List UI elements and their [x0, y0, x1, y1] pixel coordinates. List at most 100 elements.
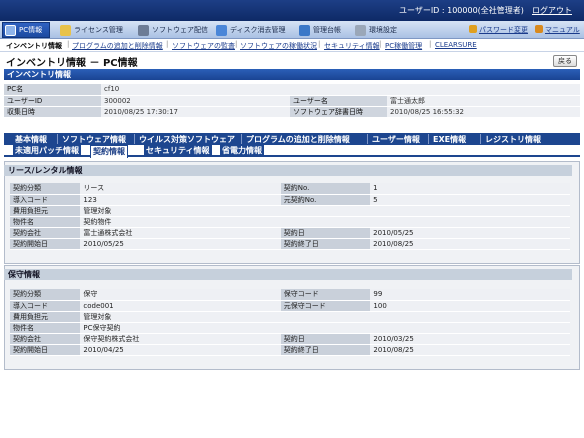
- user-id-label: ユーザーID: [4, 95, 101, 107]
- cell-value: code001: [80, 300, 281, 312]
- back-button[interactable]: 戻る: [553, 55, 577, 67]
- nav-tab-settings[interactable]: 環境設定: [353, 22, 401, 38]
- cell-label: 物件名: [10, 216, 81, 228]
- nav-tab-pc-info[interactable]: PC情報: [2, 22, 50, 38]
- cell-value: 2010/05/25: [80, 238, 281, 250]
- lease-table: 契約分類 リース 契約No. 1 導入コード 123 元契約No. 5 費用負担…: [10, 183, 570, 250]
- subnav-audit[interactable]: ソフトウェアの監査: [172, 41, 235, 51]
- tab-separator: [480, 134, 481, 144]
- detail-tabs-row2: 未適用パッチ情報 契約情報 セキュリティ情報 省電力情報: [4, 145, 580, 158]
- cell-label: 契約分類: [10, 183, 81, 195]
- table-row: 契約会社 富士通株式会社 契約日 2010/05/25: [10, 227, 570, 239]
- table-row: 収集日時 2010/08/25 17:30:17 ソフトウェア辞書日時 2010…: [4, 106, 580, 118]
- cell-label: 導入コード: [10, 194, 81, 206]
- table-row: 導入コード 123 元契約No. 5: [10, 194, 570, 206]
- tab-security-info[interactable]: セキュリティ情報: [144, 145, 212, 157]
- pc-icon: [5, 24, 16, 36]
- tab-power-saving[interactable]: 省電力情報: [220, 145, 264, 157]
- inventory-section-header: インベントリ情報: [4, 69, 580, 80]
- subnav-separator: |: [429, 40, 432, 48]
- cell-label: 契約終了日: [280, 344, 371, 356]
- table-row: 契約分類 保守 保守コード 99: [10, 289, 570, 301]
- tab-contract-info[interactable]: 契約情報: [90, 145, 128, 158]
- cell-label: 元保守コード: [280, 300, 371, 312]
- book-icon: [535, 25, 543, 33]
- cell-label: 契約日: [280, 333, 371, 345]
- main-nav: PC情報 ライセンス管理 ソフトウェア配信 ディスク消去管理 管理台帳 環境設定…: [0, 21, 584, 39]
- subnav-pc-operation[interactable]: PC稼働管理: [385, 41, 422, 51]
- cell-label: 費用負担元: [10, 311, 81, 323]
- tab-basic-info[interactable]: 基本情報: [13, 134, 49, 145]
- nav-tab-software-distribution[interactable]: ソフトウェア配信: [136, 22, 212, 38]
- detail-tabs-row1: 基本情報 ソフトウェア情報 ウイルス対策ソフトウェア プログラムの追加と削除情報…: [4, 133, 580, 145]
- cell-value: PC保守契約: [80, 322, 281, 334]
- logout-link[interactable]: ログアウト: [532, 6, 572, 15]
- pc-name-value: cf10: [101, 84, 580, 96]
- nav-tab-label: ソフトウェア配信: [152, 26, 208, 34]
- cell-value: 2010/08/25: [370, 344, 570, 356]
- password-change-link[interactable]: パスワード変更: [469, 25, 528, 35]
- subnav-separator: |: [379, 40, 382, 48]
- manual-label: マニュアル: [545, 26, 580, 34]
- tab-software-info[interactable]: ソフトウェア情報: [60, 134, 128, 145]
- table-row: 導入コード code001 元保守コード 100: [10, 300, 570, 312]
- cell-value: 管理対象: [80, 205, 281, 217]
- table-row: ユーザーID 300002 ユーザー名 富士通太郎: [4, 95, 580, 107]
- subnav-operation[interactable]: ソフトウェアの稼働状況: [240, 41, 317, 51]
- ledger-icon: [299, 24, 310, 36]
- manual-link[interactable]: マニュアル: [535, 25, 580, 35]
- table-row: 物件名 契約物件: [10, 216, 570, 228]
- cell-label: 契約日: [280, 227, 371, 239]
- collect-date-label: 収集日時: [4, 106, 101, 118]
- tab-separator: [241, 134, 242, 144]
- cell-label: 契約開始日: [10, 238, 81, 250]
- subnav-separator: |: [235, 40, 238, 48]
- tab-exe-info[interactable]: EXE情報: [431, 134, 468, 145]
- user-id-value: 300002: [101, 95, 290, 107]
- subnav-separator: |: [67, 40, 70, 48]
- cell-value: リース: [80, 183, 281, 195]
- nav-tab-label: ライセンス管理: [74, 26, 123, 34]
- distribution-icon: [138, 24, 149, 36]
- maintenance-panel-title: 保守情報: [4, 269, 572, 280]
- subnav-security[interactable]: セキュリティ情報: [324, 41, 380, 51]
- subnav-inventory[interactable]: インベントリ情報: [6, 41, 62, 51]
- nav-tab-ledger[interactable]: 管理台帳: [297, 22, 345, 38]
- user-name-value: 富士通太郎: [387, 95, 580, 107]
- tab-unapplied-patch[interactable]: 未適用パッチ情報: [13, 145, 81, 157]
- nav-tab-license[interactable]: ライセンス管理: [58, 22, 127, 38]
- cell-label: 契約会社: [10, 227, 81, 239]
- password-change-label: パスワード変更: [479, 26, 528, 34]
- subnav-separator: |: [318, 40, 321, 48]
- license-icon: [60, 24, 71, 36]
- cell-value: 富士通株式会社: [80, 227, 281, 239]
- tab-add-remove[interactable]: プログラムの追加と削除情報: [244, 134, 352, 145]
- page-title: インベントリ情報 － PC情報: [6, 58, 138, 69]
- cell-value: 1: [370, 183, 570, 195]
- nav-tab-disk-erase[interactable]: ディスク消去管理: [214, 22, 290, 38]
- cell-value: 5: [370, 194, 570, 206]
- tab-antivirus[interactable]: ウイルス対策ソフトウェア: [137, 134, 237, 145]
- table-row: 物件名 PC保守契約: [10, 322, 570, 334]
- cell-value: 2010/04/25: [80, 344, 281, 356]
- cell-value: 契約物件: [80, 216, 281, 228]
- cell-value: 2010/08/25: [370, 238, 570, 250]
- cell-label: 物件名: [10, 322, 81, 334]
- table-row: PC名 cf10: [4, 84, 580, 96]
- user-name-label: ユーザー名: [290, 95, 387, 107]
- cell-label: 契約終了日: [280, 238, 371, 250]
- table-row: 契約会社 保守契約株式会社 契約日 2010/03/25: [10, 333, 570, 345]
- tab-registry-info[interactable]: レジストリ情報: [483, 134, 543, 145]
- pc-name-label: PC名: [4, 84, 101, 96]
- subnav-clearsure[interactable]: CLEARSURE: [435, 41, 477, 49]
- disk-icon: [216, 24, 227, 36]
- nav-tab-label: PC情報: [19, 26, 43, 34]
- empty-cell: [280, 322, 570, 334]
- top-header-bar: ユーザーID : 100000(全社管理者) ログアウト: [0, 0, 584, 21]
- subnav-add-remove[interactable]: プログラムの追加と削除情報: [72, 41, 163, 51]
- tab-user-info[interactable]: ユーザー情報: [370, 134, 422, 145]
- empty-cell: [280, 216, 570, 228]
- key-icon: [469, 25, 477, 33]
- cell-label: 保守コード: [280, 289, 371, 301]
- table-row: 契約分類 リース 契約No. 1: [10, 183, 570, 195]
